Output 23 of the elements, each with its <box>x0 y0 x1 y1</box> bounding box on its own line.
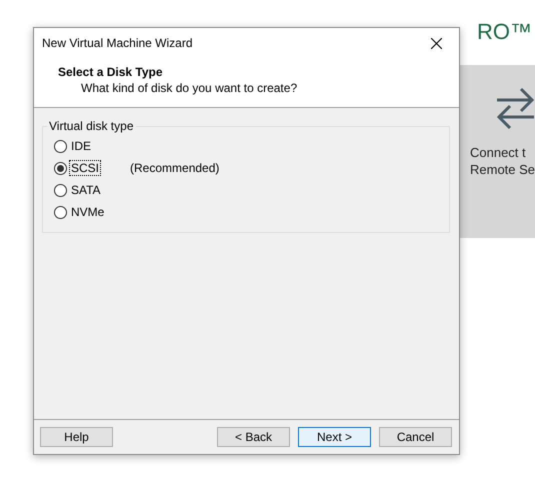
tile-label: Connect t <box>470 145 527 161</box>
connect-tile[interactable]: Connect t Remote Se <box>460 65 535 238</box>
radio-label[interactable]: SCSI <box>69 160 102 176</box>
radio-button[interactable] <box>54 140 67 152</box>
recommended-note: (Recommended) <box>130 161 220 175</box>
radio-label[interactable]: NVMe <box>69 204 106 220</box>
group-label: Virtual disk type <box>47 119 136 133</box>
radio-label[interactable]: IDE <box>69 138 94 154</box>
window-title: New Virtual Machine Wizard <box>42 36 192 50</box>
tile-label: Remote Se <box>470 162 535 178</box>
dialog-button[interactable]: Help <box>40 427 113 447</box>
radio-label[interactable]: SATA <box>69 182 103 198</box>
radio-button[interactable] <box>54 184 67 196</box>
radio-button[interactable] <box>54 162 67 174</box>
step-title: Select a Disk Type <box>58 65 164 79</box>
close-icon <box>430 38 442 48</box>
dialog-button[interactable]: Cancel <box>379 427 452 447</box>
swap-arrows-icon <box>497 87 534 129</box>
brand-logo-text: RO™ <box>477 19 532 45</box>
dialog-button[interactable]: < Back <box>217 427 290 447</box>
step-subtitle: What kind of disk do you want to create? <box>80 80 298 96</box>
radio-button[interactable] <box>54 206 67 218</box>
dialog-button[interactable]: Next > <box>298 427 371 447</box>
